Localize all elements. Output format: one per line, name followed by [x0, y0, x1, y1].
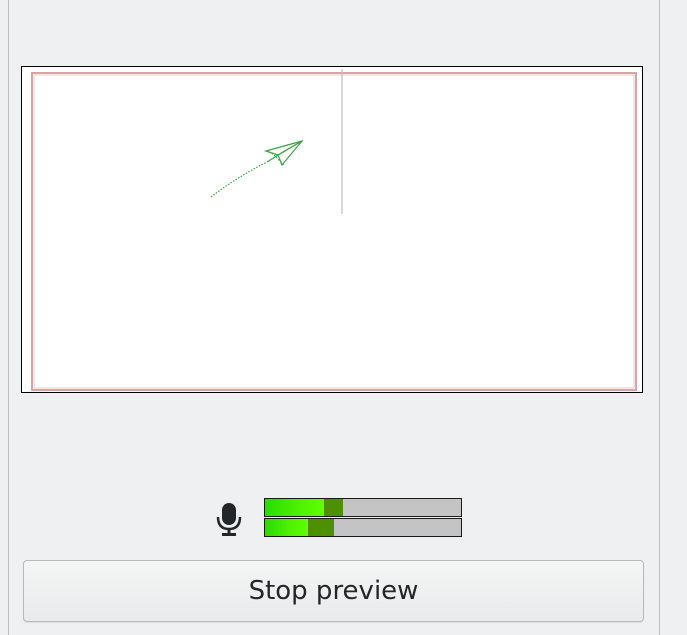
- audio-meter-fill: [265, 499, 324, 516]
- audio-meter-channel-2: [264, 518, 462, 537]
- stop-preview-button[interactable]: Stop preview: [23, 560, 644, 622]
- panel-divider-left: [8, 0, 9, 635]
- audio-meter-peak: [323, 499, 344, 516]
- panel-divider-right: [659, 0, 660, 635]
- preview-canvas[interactable]: [21, 66, 643, 393]
- audio-meter-fill: [265, 519, 309, 536]
- preview-page-border: [31, 72, 637, 391]
- microphone-icon: [216, 503, 242, 536]
- audio-meter-channel-1: [264, 498, 462, 517]
- audio-meter-peak: [308, 519, 334, 536]
- audio-level-row: [214, 497, 474, 541]
